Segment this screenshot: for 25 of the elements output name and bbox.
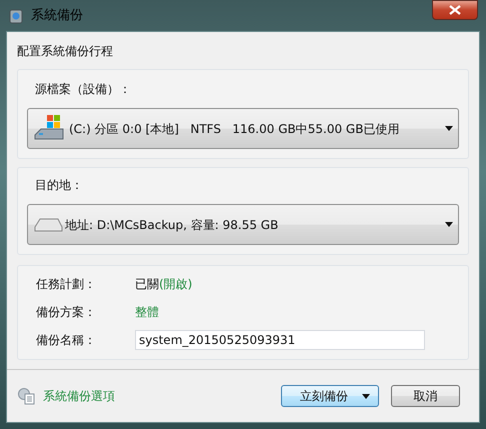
close-button[interactable] — [432, 0, 478, 20]
backup-scheme-value[interactable]: 整體 — [135, 303, 159, 321]
backup-app-icon — [8, 8, 24, 24]
source-dropdown[interactable]: (C:) 分區 0:0 [本地] NTFS 116.00 GB中55.00 GB已使用 — [27, 108, 459, 149]
cancel-button[interactable]: 取消 — [391, 385, 460, 407]
dialog-heading: 配置系統備份行程 — [17, 43, 114, 60]
enable-link[interactable]: (開啟) — [159, 275, 192, 293]
schedule-status: 已關 — [135, 276, 159, 293]
destination-label: 目的地： — [35, 177, 84, 194]
caret-icon — [445, 126, 453, 131]
backup-name-field[interactable]: system_20150525093931 — [135, 330, 425, 350]
detail-label: 任務計劃： — [36, 276, 97, 293]
caret-icon — [362, 394, 370, 398]
caret-icon — [445, 222, 453, 227]
window-title: 系統備份 — [31, 6, 83, 25]
backup-options-link[interactable]: 系統備份選項 — [43, 387, 115, 405]
destination-value: 地址: D:\MCsBackup, 容量: 98.55 GB — [65, 216, 280, 234]
detail-label: 備份方案： — [36, 304, 97, 321]
destination-dropdown[interactable]: 地址: D:\MCsBackup, 容量: 98.55 GB — [27, 204, 459, 245]
detail-label: 備份名稱： — [36, 332, 97, 349]
backup-now-button[interactable]: 立刻備份 — [281, 385, 379, 407]
settings-document-icon — [17, 387, 35, 405]
source-value: (C:) 分區 0:0 [本地] NTFS 116.00 GB中55.00 GB已使用 — [69, 120, 400, 138]
close-icon — [449, 5, 461, 15]
source-label: 源檔案（設備）： — [35, 81, 132, 98]
